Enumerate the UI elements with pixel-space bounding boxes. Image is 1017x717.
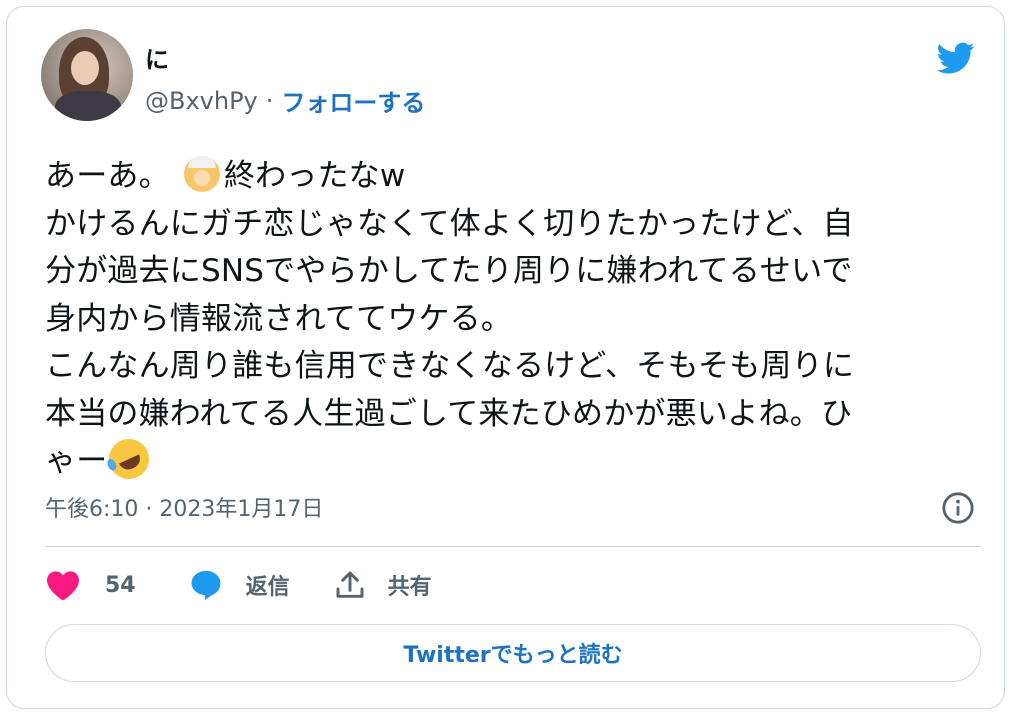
author-handle[interactable]: @BxvhPy xyxy=(145,87,258,115)
divider xyxy=(45,546,981,547)
share-icon xyxy=(336,571,364,598)
like-button[interactable]: 54 xyxy=(45,569,136,601)
tweet-timestamp[interactable]: 午後6:10 · 2023年1月17日 xyxy=(45,491,323,523)
reply-button[interactable]: 返信 xyxy=(188,568,290,602)
like-count: 54 xyxy=(105,572,136,598)
tweet-line-1: あーあ。 終わったなw xyxy=(45,156,406,194)
author-display-name[interactable]: に xyxy=(145,40,169,75)
reply-bubble-icon xyxy=(191,570,221,601)
info-icon[interactable] xyxy=(941,491,975,525)
tweet-text: あーあ。 終わったなw かけるんにガチ恋じゃなくて体よく切りたかったけど、自 分… xyxy=(45,153,981,486)
tweet-line-4: 身内から情報流されててウケる。 xyxy=(45,300,513,337)
twitter-bird-icon[interactable] xyxy=(933,39,979,77)
heart-icon xyxy=(47,571,79,601)
author-handle-row: @BxvhPy · フォローする xyxy=(145,83,425,118)
tweet-line-6: 本当の嫌われてる人生過ごして来たひめかが悪いよね。ひ xyxy=(45,395,853,432)
tweet-line-3: 分が過去にSNSでやらかしてたり周りに嫌われてるせいで xyxy=(45,253,853,289)
tweet-card: に @BxvhPy · フォローする あーあ。 終わったなw かけるんにガチ恋じ… xyxy=(6,6,1005,709)
avatar[interactable] xyxy=(41,29,133,121)
tweet-line-5: こんなん周り誰も信用できなくなるけど、そもそも周りに xyxy=(45,348,855,384)
bride-emoji xyxy=(183,156,220,192)
action-bar: 54 返信 共有 xyxy=(45,565,432,605)
tweet-line-2: かけるんにガチ恋じゃなくて体よく切りたかったけど、自 xyxy=(45,205,854,242)
share-button[interactable]: 共有 xyxy=(334,568,432,602)
share-label: 共有 xyxy=(387,575,432,600)
separator-dot: · xyxy=(265,86,274,115)
tweet-line-7: ゃー xyxy=(45,432,981,486)
reply-label: 返信 xyxy=(245,575,290,600)
follow-button[interactable]: フォローする xyxy=(281,83,425,118)
read-more-button[interactable]: Twitterでもっと読む xyxy=(45,624,981,682)
rofl-emoji xyxy=(102,432,156,486)
